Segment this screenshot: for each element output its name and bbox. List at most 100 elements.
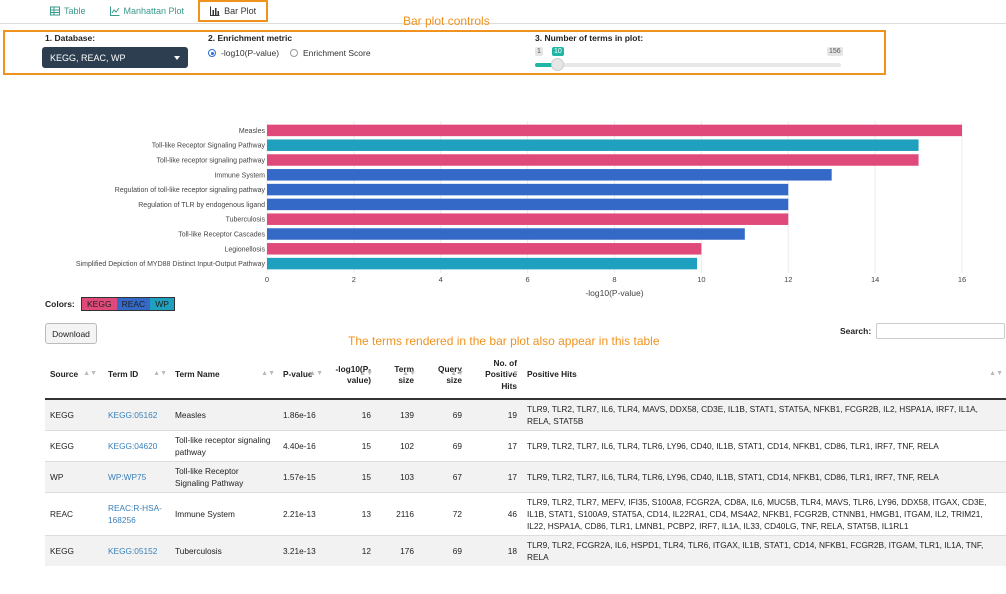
- cell-term-size: 103: [376, 461, 419, 493]
- header-query-size[interactable]: Query size ▲▼: [419, 352, 467, 400]
- legend-kegg: KEGG: [82, 298, 117, 310]
- results-table: Source ▲▼ Term ID ▲▼ Term Name ▲▼ P-value ▲▼…: [45, 352, 1006, 567]
- category-label: Toll-like receptor signaling pathway: [156, 158, 265, 165]
- cell-term-size: 2116: [376, 492, 419, 536]
- table-row: KEGG KEGG:04620 Toll-like receptor signa…: [45, 430, 1006, 462]
- cell-query-size: 69: [419, 430, 467, 462]
- cell-num-hits: 46: [467, 492, 522, 536]
- cell-log10-pvalue: 15: [326, 461, 376, 493]
- cell-term-name: Immune System: [170, 492, 278, 536]
- table-row: WP WP:WP75 Toll-like Receptor Signaling …: [45, 461, 1006, 493]
- header-term-size[interactable]: Term size ▲▼: [376, 352, 419, 400]
- term-id-link[interactable]: WP:WP75: [108, 472, 146, 482]
- header-positive-hits[interactable]: Positive Hits ▲▼: [522, 352, 1006, 400]
- table-header-row: Source ▲▼ Term ID ▲▼ Term Name ▲▼ P-value ▲▼…: [45, 352, 1006, 400]
- slider-min-label: 1: [535, 47, 543, 56]
- bar-reac: [267, 228, 745, 240]
- legend-reac: REAC: [116, 298, 151, 310]
- search-input[interactable]: [876, 323, 1005, 339]
- radio-log10-label: -log10(P-value): [221, 48, 280, 58]
- tab-bar-plot[interactable]: Bar Plot: [198, 0, 269, 22]
- category-label: Tuberculosis: [226, 217, 266, 224]
- category-label: Toll-like Receptor Signaling Pathway: [152, 143, 266, 150]
- cell-p-value: 1.86e-16: [278, 398, 326, 431]
- header-p-value[interactable]: P-value ▲▼: [278, 352, 326, 400]
- term-id-link[interactable]: REAC:R-HSA-168256: [108, 503, 162, 525]
- term-id-link[interactable]: KEGG:05162: [108, 410, 157, 420]
- radio-enrichment-label: Enrichment Score: [303, 48, 371, 58]
- radio-log10-pvalue[interactable]: -log10(P-value): [208, 48, 279, 58]
- table-icon: [50, 6, 60, 16]
- radio-selected-icon: [208, 49, 216, 57]
- tab-manhattan-label: Manhattan Plot: [123, 6, 185, 16]
- header-term-name[interactable]: Term Name ▲▼: [170, 352, 278, 400]
- header-log10-pvalue[interactable]: -log10(P-value) ▲▼: [326, 352, 376, 400]
- chevron-down-icon: [174, 56, 180, 60]
- category-label: Toll-like Receptor Cascades: [178, 232, 265, 239]
- cell-query-size: 69: [419, 398, 467, 431]
- database-select-value: KEGG, REAC, WP: [50, 52, 126, 63]
- cell-term-name: Toll-like receptor signaling pathway: [170, 430, 278, 462]
- cell-num-hits: 17: [467, 461, 522, 493]
- category-label: Legionellosis: [225, 246, 266, 253]
- cell-p-value: 2.21e-13: [278, 492, 326, 536]
- terms-slider-track[interactable]: [535, 63, 841, 67]
- bar-kegg: [267, 154, 919, 166]
- cell-source: KEGG: [45, 535, 100, 567]
- bar-kegg: [267, 213, 789, 225]
- tab-table[interactable]: Table: [40, 0, 96, 22]
- enrichment-bar-chart: 0 2 4 6 8 10 12 14 16 Measles Toll-like Receptor S…: [76, 121, 966, 298]
- terms-slider-handle[interactable]: [551, 58, 564, 71]
- cell-source: WP: [45, 461, 100, 493]
- cell-term-name: Measles: [170, 398, 278, 431]
- slider-max-label: 156: [827, 47, 843, 56]
- bar-reac: [267, 198, 789, 211]
- cell-log10-pvalue: 15: [326, 430, 376, 462]
- category-label: Regulation of toll-like receptor signali…: [115, 187, 266, 194]
- bar-kegg: [267, 243, 702, 255]
- cell-log10-pvalue: 16: [326, 398, 376, 431]
- table-row: KEGG KEGG:05162 Measles 1.86e-16 16 139 …: [45, 398, 1006, 431]
- bar-kegg: [267, 124, 962, 137]
- cell-p-value: 1.57e-15: [278, 461, 326, 493]
- colors-legend: KEGG REAC WP: [81, 297, 175, 311]
- cell-source: KEGG: [45, 430, 100, 462]
- category-label: Measles: [239, 128, 266, 135]
- slider-value-label: 10: [552, 47, 564, 56]
- cell-term-size: 139: [376, 398, 419, 431]
- cell-term-name: Tuberculosis: [170, 535, 278, 567]
- cell-source: KEGG: [45, 398, 100, 431]
- cell-num-hits: 17: [467, 430, 522, 462]
- radio-unselected-icon: [290, 49, 298, 57]
- tab-manhattan-plot[interactable]: Manhattan Plot: [100, 0, 195, 22]
- x-tick-label: 0: [265, 275, 269, 284]
- colors-legend-label: Colors:: [45, 299, 75, 309]
- annotation-table: The terms rendered in the bar plot also …: [348, 334, 660, 348]
- cell-positive-hits: TLR9, TLR2, TLR7, IL6, TLR4, TLR6, LY96,…: [522, 430, 1006, 462]
- category-label: Regulation of TLR by endogenous ligand: [138, 202, 265, 209]
- cell-positive-hits: TLR9, TLR2, TLR7, MEFV, IFI35, S100A8, F…: [522, 492, 1006, 536]
- bar-wp: [267, 139, 919, 151]
- header-source[interactable]: Source ▲▼: [45, 352, 100, 400]
- cell-p-value: 3.21e-13: [278, 535, 326, 567]
- tab-bar-plot-label: Bar Plot: [224, 6, 257, 16]
- header-term-id[interactable]: Term ID ▲▼: [100, 352, 170, 400]
- term-id-link[interactable]: KEGG:05152: [108, 546, 157, 556]
- bar-chart-icon: [210, 6, 220, 16]
- x-axis-title: -log10(P-value): [585, 288, 643, 298]
- x-tick-label: 4: [439, 275, 443, 284]
- cell-query-size: 67: [419, 461, 467, 493]
- legend-wp: WP: [150, 298, 174, 310]
- term-id-link[interactable]: KEGG:04620: [108, 441, 157, 451]
- database-select[interactable]: KEGG, REAC, WP: [42, 47, 188, 68]
- bar-reac: [267, 169, 832, 181]
- radio-enrichment-score[interactable]: Enrichment Score: [290, 48, 371, 58]
- cell-term-name: Toll-like Receptor Signaling Pathway: [170, 461, 278, 493]
- tab-bar: Table Manhattan Plot Bar Plot: [40, 0, 272, 24]
- metric-label: 2. Enrichment metric: [208, 33, 293, 43]
- header-num-positive-hits[interactable]: No. of Positive Hits ▲▼: [467, 352, 522, 400]
- x-tick-label: 16: [958, 275, 966, 284]
- download-button[interactable]: Download: [45, 323, 97, 344]
- x-tick-label: 8: [612, 275, 616, 284]
- x-tick-label: 10: [697, 275, 705, 284]
